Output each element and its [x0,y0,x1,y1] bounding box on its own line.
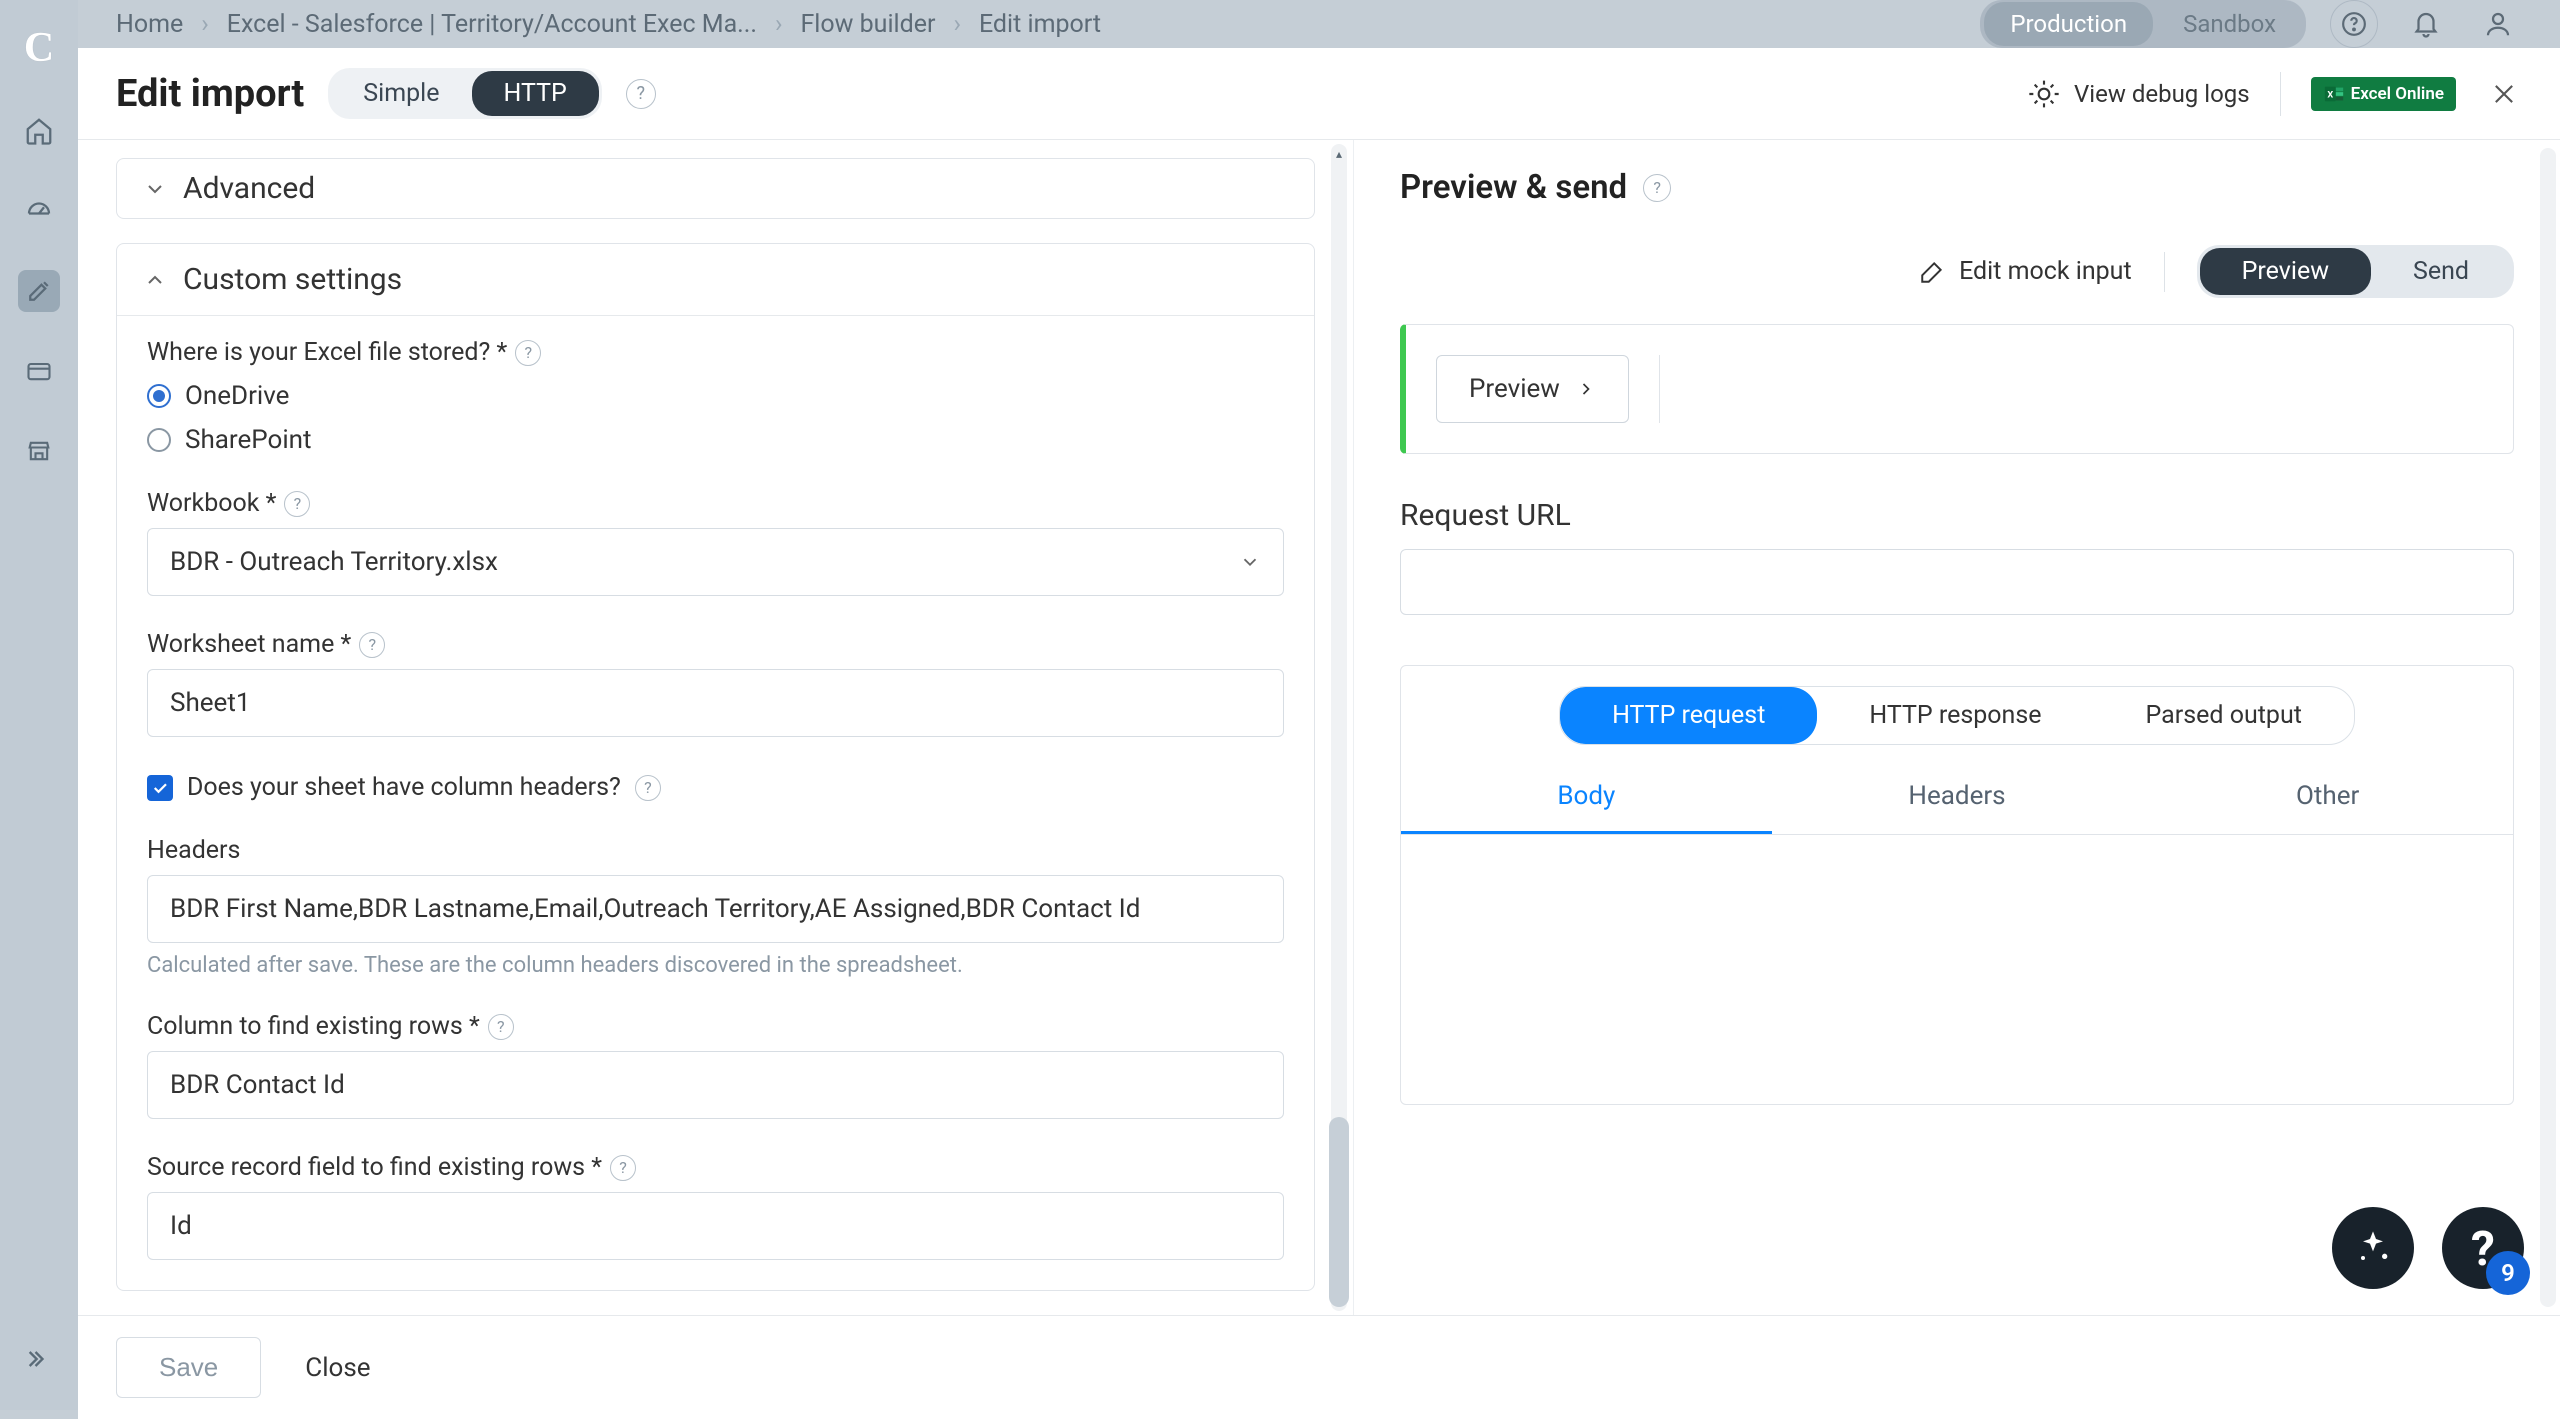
preview-button[interactable]: Preview [1436,355,1629,423]
mode-http[interactable]: HTTP [472,71,599,116]
panel-footer: Save Close [78,1315,2560,1419]
source-field-input[interactable]: Id [147,1192,1284,1260]
dashboard-icon[interactable] [18,190,60,232]
bell-icon[interactable] [2402,0,2450,48]
headers-input[interactable]: BDR First Name,BDR Lastname,Email,Outrea… [147,875,1284,943]
worksheet-label: Worksheet name * ? [147,630,1284,659]
chevron-up-icon [143,268,167,292]
crumb-edit-import[interactable]: Edit import [979,10,1101,39]
store-icon[interactable] [18,430,60,472]
headers-hint: Calculated after save. These are the col… [147,953,1284,978]
scrollbar-thumb[interactable] [1329,1117,1349,1307]
column-find-input[interactable]: BDR Contact Id [147,1051,1284,1119]
request-url-input[interactable] [1400,549,2514,615]
help-icon[interactable]: ? [515,340,541,366]
subtab-headers[interactable]: Headers [1772,761,2143,834]
view-debug-logs-link[interactable]: View debug logs [2028,78,2250,110]
preview-send-title: Preview & send [1400,168,1627,207]
tab-parsed-output[interactable]: Parsed output [2094,687,2354,744]
excel-online-badge[interactable]: X Excel Online [2311,77,2456,111]
left-nav-rail: C [0,0,78,1410]
logo-icon[interactable]: C [24,24,54,72]
headers-label: Headers [147,836,1284,865]
close-button[interactable]: Close [305,1353,370,1383]
notification-badge: 9 [2486,1251,2530,1295]
help-icon[interactable]: ? [359,632,385,658]
tab-http-request[interactable]: HTTP request [1560,687,1817,744]
help-icon[interactable] [2330,0,2378,48]
response-subtabs[interactable]: Body Headers Other [1401,761,2513,835]
breadcrumbs-bar: Home › Excel - Salesforce | Territory/Ac… [78,0,2560,48]
tools-icon[interactable] [18,270,60,312]
chevron-right-icon: › [201,10,209,39]
file-stored-label: Where is your Excel file stored? * ? [147,338,1284,367]
tab-http-response[interactable]: HTTP response [1817,687,2093,744]
help-icon[interactable]: ? [488,1014,514,1040]
scroll-up-icon[interactable]: ▴ [1331,146,1347,162]
advanced-toggle[interactable]: Advanced [143,161,1288,216]
subtab-other[interactable]: Other [2142,761,2513,834]
edit-mock-input-link[interactable]: Edit mock input [1919,257,2132,286]
toggle-preview[interactable]: Preview [2200,248,2371,295]
source-field-label: Source record field to find existing row… [147,1153,1284,1182]
expand-rail-icon[interactable] [18,1338,60,1380]
response-section: HTTP request HTTP response Parsed output… [1400,665,2514,1105]
workbook-label: Workbook * ? [147,489,1284,518]
crumb-integration[interactable]: Excel - Salesforce | Territory/Account E… [227,10,757,39]
toggle-send[interactable]: Send [2371,248,2511,295]
preview-send-toggle[interactable]: Preview Send [2197,245,2514,298]
subtab-body[interactable]: Body [1401,761,1772,834]
radio-onedrive[interactable]: OneDrive [147,381,1284,411]
advanced-section: Advanced [116,158,1315,219]
environment-toggle[interactable]: Production Sandbox [1980,0,2306,48]
panel-header: Edit import Simple HTTP ? View debug log… [78,48,2560,140]
home-icon[interactable] [18,110,60,152]
svg-text:X: X [2327,90,2333,100]
divider [1659,355,1660,423]
request-url-label: Request URL [1400,498,2514,533]
checkbox-checked-icon [147,775,173,801]
crumb-flow-builder[interactable]: Flow builder [800,10,935,39]
worksheet-input[interactable]: Sheet1 [147,669,1284,737]
preview-strip: Preview [1400,324,2514,454]
save-button[interactable]: Save [116,1337,261,1398]
help-icon[interactable]: ? [610,1155,636,1181]
custom-settings-toggle[interactable]: Custom settings [117,244,1314,316]
help-icon[interactable]: ? [626,79,656,109]
chevron-down-icon [143,177,167,201]
env-sandbox[interactable]: Sandbox [2157,2,2302,46]
divider [2164,252,2165,292]
response-type-tabs[interactable]: HTTP request HTTP response Parsed output [1559,686,2355,745]
chevron-right-icon: › [953,10,961,39]
workbook-select[interactable]: BDR - Outreach Territory.xlsx [147,528,1284,596]
env-production[interactable]: Production [1984,2,2153,46]
chevron-right-icon: › [775,10,783,39]
help-icon[interactable]: ? [284,491,310,517]
card-icon[interactable] [18,350,60,392]
column-find-label: Column to find existing rows * ? [147,1012,1284,1041]
divider [2280,72,2281,116]
user-icon[interactable] [2474,0,2522,48]
column-headers-checkbox[interactable]: Does your sheet have column headers? ? [147,773,1284,802]
chevron-down-icon [1239,551,1261,573]
help-fab[interactable]: ? 9 [2442,1207,2524,1289]
custom-settings-section: Custom settings Where is your Excel file… [116,243,1315,1291]
radio-sharepoint[interactable]: SharePoint [147,425,1284,455]
page-title: Edit import [116,72,304,116]
scrollbar-track[interactable] [2540,148,2556,1307]
mode-simple[interactable]: Simple [331,71,471,116]
help-icon[interactable]: ? [1643,174,1671,202]
chevron-right-icon [1576,379,1596,399]
help-icon[interactable]: ? [635,775,661,801]
close-icon[interactable] [2486,76,2522,112]
ai-sparkle-fab[interactable] [2332,1207,2414,1289]
mode-toggle[interactable]: Simple HTTP [328,68,602,119]
crumb-home[interactable]: Home [116,10,183,39]
pencil-icon [1919,259,1945,285]
